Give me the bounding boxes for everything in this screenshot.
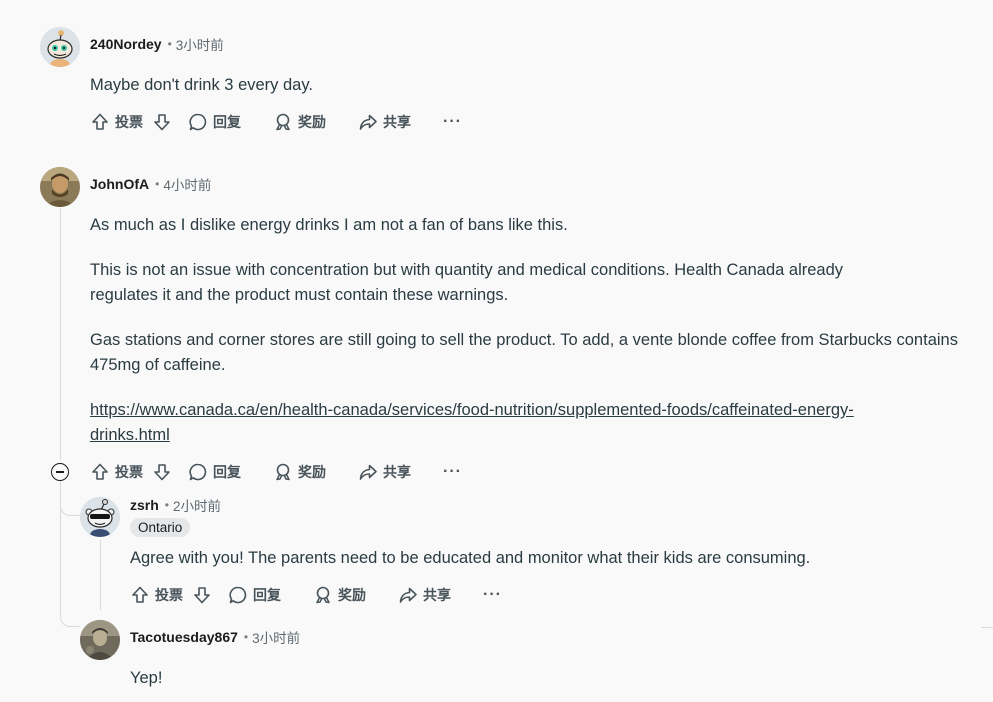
- award-button[interactable]: 奖励: [273, 112, 326, 132]
- upvote-arrow-icon: [132, 586, 148, 603]
- meta-separator: •: [164, 498, 169, 512]
- share-arrow-icon: [399, 587, 417, 603]
- avatar-johnofa[interactable]: [40, 167, 80, 207]
- comment-meta: zsrh • 2小时前: [130, 494, 221, 516]
- collapse-thread-button[interactable]: [51, 463, 69, 481]
- comment-meta: Tacotuesday867 • 3小时前: [130, 626, 300, 648]
- snoo-avatar-icon: [40, 27, 80, 67]
- upvote-button[interactable]: 投票: [90, 462, 143, 482]
- vote-label: 投票: [115, 464, 143, 480]
- award-button[interactable]: 奖励: [273, 462, 326, 482]
- downvote-arrow-icon: [194, 587, 210, 604]
- downvote-arrow-icon: [154, 464, 170, 481]
- share-arrow-icon: [359, 464, 377, 480]
- comment-actions: 投票 回复 奖励 共享 ···: [130, 582, 502, 608]
- upvote-button[interactable]: 投票: [90, 112, 143, 132]
- comment-paragraph: This is not an issue with concentration …: [90, 261, 844, 304]
- share-label: 共享: [383, 464, 411, 480]
- comment-thread: 240Nordey • 3小时前 Maybe don't drink 3 eve…: [0, 0, 993, 702]
- downvote-arrow-icon: [154, 114, 170, 131]
- downvote-button[interactable]: [152, 462, 172, 482]
- user-photo-icon: [40, 167, 80, 207]
- link-line: drinks.html: [90, 426, 170, 444]
- more-options-button[interactable]: ···: [483, 586, 502, 604]
- comment-link-paragraph: https://www.canada.ca/en/health-canada/s…: [90, 398, 960, 448]
- snoo-avatar-icon: [80, 497, 120, 537]
- timestamp[interactable]: 3小时前: [176, 34, 224, 54]
- share-label: 共享: [423, 587, 451, 603]
- comment-meta: 240Nordey • 3小时前: [90, 33, 224, 55]
- more-options-button[interactable]: ···: [443, 463, 462, 481]
- thread-line[interactable]: [60, 208, 61, 460]
- share-label: 共享: [383, 114, 411, 130]
- more-options-icon: ···: [483, 586, 502, 603]
- comment-paragraph: Agree with you! The parents need to be e…: [130, 549, 811, 567]
- downvote-button[interactable]: [192, 585, 212, 605]
- award-medal-icon: [276, 463, 290, 481]
- reply-connector: [60, 612, 80, 627]
- comment-body: Agree with you! The parents need to be e…: [130, 546, 950, 571]
- meta-separator: •: [155, 177, 160, 191]
- upvote-arrow-icon: [92, 113, 108, 130]
- reply-label: 回复: [213, 114, 241, 130]
- comment-paragraph: Gas stations and corner stores are still…: [90, 331, 958, 374]
- flair-label: Ontario: [138, 520, 183, 535]
- comment-actions: 投票 回复 奖励 共享 ···: [90, 109, 462, 135]
- meta-separator: •: [243, 630, 249, 644]
- more-options-button[interactable]: ···: [443, 113, 462, 131]
- avatar-zsrh[interactable]: [80, 497, 120, 537]
- award-label: 奖励: [298, 114, 326, 130]
- award-medal-icon: [276, 113, 290, 131]
- link-line: https://www.canada.ca/en/health-canada/s…: [90, 401, 854, 419]
- more-options-icon: ···: [443, 113, 462, 130]
- award-label: 奖励: [338, 587, 366, 603]
- username[interactable]: Tacotuesday867: [130, 629, 238, 645]
- user-flair: Ontario: [130, 518, 191, 537]
- comment-body: As much as I dislike energy drinks I am …: [90, 213, 960, 448]
- share-button[interactable]: 共享: [358, 462, 411, 482]
- share-arrow-icon: [359, 114, 377, 130]
- reply-button[interactable]: 回复: [188, 112, 241, 132]
- avatar-240nordey[interactable]: [40, 27, 80, 67]
- reply-connector: [60, 496, 80, 516]
- upvote-button[interactable]: 投票: [130, 585, 183, 605]
- timestamp[interactable]: 2小时前: [173, 495, 221, 515]
- comment-body: Maybe don't drink 3 every day.: [90, 73, 950, 98]
- comment-bubble-icon: [189, 113, 207, 131]
- reply-label: 回复: [213, 464, 241, 480]
- comment-bubble-icon: [229, 586, 247, 604]
- timestamp[interactable]: 3小时前: [252, 627, 300, 647]
- downvote-button[interactable]: [152, 112, 172, 132]
- comment-meta: JohnOfA • 4小时前: [90, 173, 211, 195]
- user-photo-icon: [80, 620, 120, 660]
- award-button[interactable]: 奖励: [313, 585, 366, 605]
- timestamp[interactable]: 4小时前: [163, 174, 211, 194]
- share-button[interactable]: 共享: [358, 112, 411, 132]
- upvote-arrow-icon: [92, 463, 108, 480]
- award-medal-icon: [316, 586, 330, 604]
- vote-label: 投票: [115, 114, 143, 130]
- avatar-tacotuesday867[interactable]: [80, 620, 120, 660]
- comment-paragraph: Yep!: [130, 669, 163, 687]
- reply-button[interactable]: 回复: [188, 462, 241, 482]
- comment-paragraph: As much as I dislike energy drinks I am …: [90, 216, 568, 234]
- award-label: 奖励: [298, 464, 326, 480]
- username[interactable]: 240Nordey: [90, 36, 162, 52]
- username[interactable]: zsrh: [130, 497, 159, 513]
- more-options-icon: ···: [443, 463, 462, 480]
- reply-label: 回复: [253, 587, 281, 603]
- comment-bubble-icon: [189, 463, 207, 481]
- username[interactable]: JohnOfA: [90, 176, 149, 192]
- vote-label: 投票: [155, 587, 183, 603]
- meta-separator: •: [167, 37, 172, 51]
- share-button[interactable]: 共享: [398, 585, 451, 605]
- thread-line[interactable]: [100, 540, 101, 610]
- reply-button[interactable]: 回复: [228, 585, 281, 605]
- health-canada-link[interactable]: https://www.canada.ca/en/health-canada/s…: [90, 401, 854, 444]
- comment-actions: 投票 回复 奖励 共享 ···: [90, 459, 462, 485]
- comment-body: Yep!: [130, 666, 950, 691]
- right-edge-divider: [981, 627, 993, 628]
- comment-paragraph: Maybe don't drink 3 every day.: [90, 76, 313, 94]
